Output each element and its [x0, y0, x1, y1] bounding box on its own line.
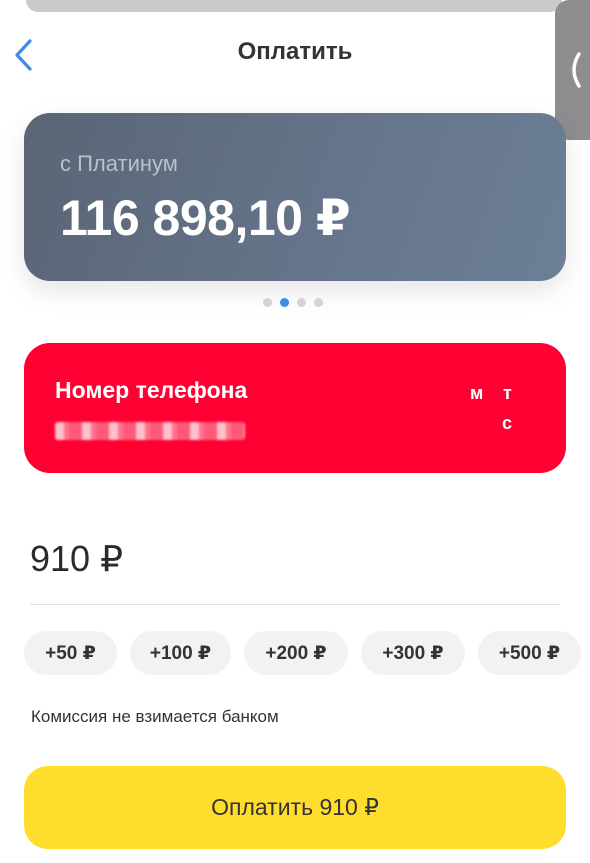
- mts-logo-letter: м: [470, 383, 484, 403]
- account-balance: 116 898,10 ₽: [60, 190, 351, 246]
- page-title: Оплатить: [237, 38, 353, 65]
- carousel-pagination: [263, 298, 323, 307]
- page-dot: [314, 298, 323, 307]
- mts-logo-letter: т: [503, 383, 512, 403]
- quick-amount-chip[interactable]: +100 ₽: [130, 631, 231, 675]
- account-name: с Платинум: [60, 151, 178, 176]
- mts-logo: м т с: [470, 383, 530, 435]
- side-panel-tab[interactable]: [555, 0, 590, 140]
- mts-logo-letter: с: [502, 413, 513, 433]
- amount-input[interactable]: 910 ₽: [30, 538, 123, 580]
- page-dot-active: [280, 298, 289, 307]
- quick-amount-chip[interactable]: +200 ₽: [244, 631, 348, 675]
- pay-button[interactable]: Оплатить 910 ₽: [24, 766, 566, 849]
- phone-label: Номер телефона: [55, 377, 248, 403]
- chevron-left-icon: [572, 52, 581, 88]
- sheet-handle-background: [26, 0, 562, 12]
- page-dot: [297, 298, 306, 307]
- commission-note: Комиссия не взимается банком: [31, 707, 279, 726]
- quick-amount-chips: +50 ₽ +100 ₽ +200 ₽ +300 ₽ +500 ₽: [24, 631, 581, 675]
- phone-number-redacted: [55, 422, 245, 440]
- account-card[interactable]: с Платинум 116 898,10 ₽: [24, 113, 566, 281]
- phone-payee-card[interactable]: Номер телефона м т с: [24, 343, 566, 473]
- header: Оплатить: [0, 12, 590, 96]
- page-dot: [263, 298, 272, 307]
- quick-amount-chip[interactable]: +50 ₽: [24, 631, 117, 675]
- amount-underline: [30, 604, 560, 605]
- quick-amount-chip[interactable]: +500 ₽: [478, 631, 581, 675]
- quick-amount-chip[interactable]: +300 ₽: [361, 631, 465, 675]
